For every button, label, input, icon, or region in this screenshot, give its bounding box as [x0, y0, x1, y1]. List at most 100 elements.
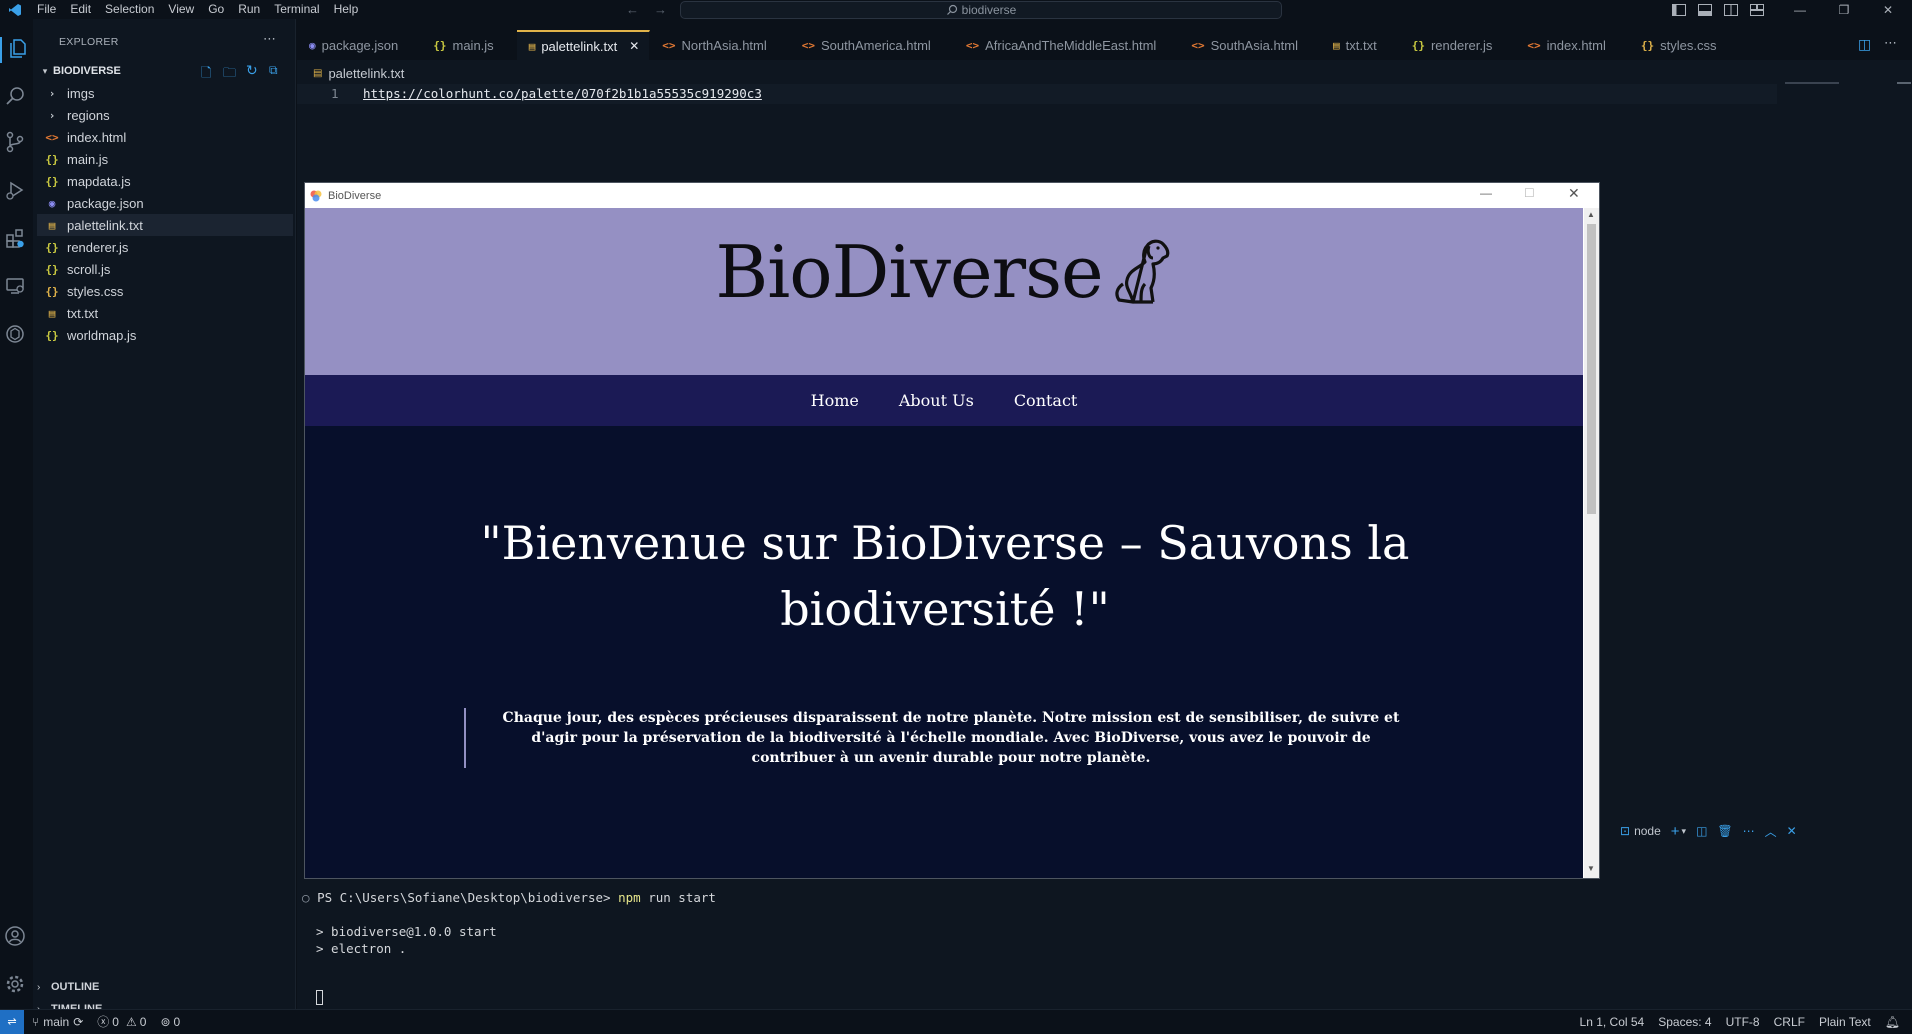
error-icon: ⓧ: [97, 1015, 110, 1029]
electron-app-window[interactable]: BioDiverse — ☐ ✕ BioDiverse Home About U…: [304, 182, 1600, 879]
editor-scrollbar[interactable]: [1897, 82, 1911, 84]
menu-file[interactable]: File: [30, 0, 63, 19]
file-item[interactable]: {} scroll.js: [37, 258, 293, 280]
nav-about-us[interactable]: About Us: [899, 391, 974, 410]
editor-tab[interactable]: <> NorthAsia.html: [650, 30, 790, 60]
close-window-icon[interactable]: ✕: [1870, 0, 1906, 19]
activity-bar: [0, 19, 33, 1009]
app-viewport: BioDiverse Home About Us Contact "Bienve…: [305, 208, 1583, 878]
close-panel-icon[interactable]: ✕: [1787, 824, 1797, 838]
scroll-thumb[interactable]: [1587, 224, 1596, 514]
file-item[interactable]: {} mapdata.js: [37, 170, 293, 192]
cursor-position[interactable]: Ln 1, Col 54: [1580, 1015, 1645, 1029]
chevron-down-icon[interactable]: ▾: [1682, 826, 1687, 837]
remote-explorer-icon[interactable]: [4, 275, 30, 301]
ports-indicator[interactable]: ⊚ 0: [160, 1015, 180, 1029]
breadcrumb-file[interactable]: palettelink.txt: [328, 66, 404, 81]
folder-item[interactable]: › regions: [37, 104, 293, 126]
remote-indicator-icon[interactable]: ⇌: [0, 1009, 24, 1034]
app-minimize-icon[interactable]: —: [1480, 186, 1492, 200]
language-mode[interactable]: Plain Text: [1819, 1015, 1871, 1029]
maximize-panel-icon[interactable]: ︿: [1765, 823, 1777, 840]
run-debug-icon[interactable]: [4, 179, 30, 205]
file-item[interactable]: ▤ palettelink.txt: [37, 214, 293, 236]
file-item[interactable]: ◉ package.json: [37, 192, 293, 214]
tree-item-label: index.html: [67, 129, 127, 145]
trash-icon[interactable]: 🗑: [1717, 824, 1732, 838]
editor-tab[interactable]: {} renderer.js: [1400, 30, 1516, 60]
scroll-down-icon[interactable]: ▼: [1587, 864, 1595, 873]
nav-home[interactable]: Home: [811, 391, 859, 410]
site-brand[interactable]: BioDiverse: [305, 230, 1583, 314]
nav-contact[interactable]: Contact: [1014, 391, 1078, 410]
chatgpt-icon[interactable]: [4, 323, 30, 349]
editor-tab[interactable]: ▤ palettelink.txt ✕: [516, 30, 651, 60]
menu-terminal[interactable]: Terminal: [267, 0, 326, 19]
menu-edit[interactable]: Edit: [63, 0, 98, 19]
file-item[interactable]: {} styles.css: [37, 280, 293, 302]
editor-tab[interactable]: <> SouthAmerica.html: [790, 30, 954, 60]
editor-tab[interactable]: ◉ package.json: [297, 30, 422, 60]
end-of-line[interactable]: CRLF: [1774, 1015, 1805, 1029]
settings-gear-icon[interactable]: [4, 973, 30, 999]
editor-tab[interactable]: {} main.js: [421, 30, 517, 60]
tab-label: package.json: [321, 37, 399, 53]
indentation[interactable]: Spaces: 4: [1658, 1015, 1711, 1029]
vscode-logo-icon[interactable]: [0, 3, 30, 17]
branch-indicator[interactable]: ⑂ main ⟳: [32, 1015, 83, 1029]
menu-help[interactable]: Help: [327, 0, 366, 19]
refresh-icon[interactable]: ↻: [246, 62, 258, 79]
customize-layout-icon[interactable]: [1746, 0, 1768, 19]
app-scrollbar[interactable]: ▲ ▼: [1584, 208, 1599, 878]
site-header: BioDiverse: [305, 208, 1583, 375]
explorer-icon[interactable]: [0, 37, 33, 63]
menu-go[interactable]: Go: [201, 0, 231, 19]
app-close-icon[interactable]: ✕: [1568, 185, 1580, 202]
code-line-link[interactable]: https://colorhunt.co/palette/070f2b1b1a5…: [363, 86, 762, 101]
editor-more-actions-icon[interactable]: ⋯: [1884, 35, 1897, 51]
file-item[interactable]: {} worldmap.js: [37, 324, 293, 346]
problems-indicator[interactable]: ⓧ 0 ⚠ 0: [97, 1013, 146, 1030]
editor-tab[interactable]: {} styles.css: [1629, 30, 1740, 60]
toggle-secondary-sidebar-icon[interactable]: [1720, 0, 1742, 19]
new-terminal-icon[interactable]: +: [1671, 823, 1680, 840]
notifications-bell-icon[interactable]: 🔔︎: [1885, 1015, 1900, 1029]
account-icon[interactable]: [4, 925, 30, 951]
npm-package-icon: ◉: [48, 196, 56, 210]
folder-item[interactable]: › imgs: [37, 82, 293, 104]
split-editor-icon[interactable]: ◫: [1858, 36, 1871, 53]
close-tab-icon[interactable]: ✕: [629, 39, 639, 53]
explorer-more-actions-icon[interactable]: ⋯: [263, 31, 276, 47]
app-maximize-icon[interactable]: ☐: [1524, 186, 1535, 200]
scroll-up-icon[interactable]: ▲: [1587, 210, 1595, 219]
nav-forward-icon[interactable]: →: [654, 2, 667, 17]
editor-tab[interactable]: ▤ txt.txt: [1321, 30, 1400, 60]
split-terminal-icon[interactable]: ◫: [1696, 824, 1707, 838]
editor-tab[interactable]: <> SouthAsia.html: [1179, 30, 1322, 60]
source-control-icon[interactable]: [4, 131, 30, 157]
menu-run[interactable]: Run: [231, 0, 267, 19]
terminal-more-icon[interactable]: ⋯: [1743, 824, 1755, 838]
toggle-sidebar-icon[interactable]: [1668, 0, 1690, 19]
minimap[interactable]: [1785, 82, 1839, 84]
minimize-window-icon[interactable]: —: [1782, 0, 1818, 19]
extensions-icon[interactable]: [4, 227, 30, 253]
editor-tab[interactable]: <> AfricaAndTheMiddleEast.html: [954, 30, 1180, 60]
nav-back-icon[interactable]: ←: [626, 2, 639, 17]
file-item[interactable]: {} renderer.js: [37, 236, 293, 258]
toggle-panel-icon[interactable]: [1694, 0, 1716, 19]
menu-view[interactable]: View: [161, 0, 201, 19]
tab-label: SouthAsia.html: [1210, 37, 1299, 53]
encoding[interactable]: UTF-8: [1726, 1015, 1760, 1029]
outline-section[interactable]: › OUTLINE: [37, 976, 293, 998]
collapse-all-icon[interactable]: ⧉: [269, 63, 278, 78]
terminal-shell-label[interactable]: node: [1634, 824, 1661, 838]
command-center-search[interactable]: biodiverse: [680, 1, 1282, 19]
editor-tab[interactable]: <> index.html: [1515, 30, 1629, 60]
file-item[interactable]: {} main.js: [37, 148, 293, 170]
menu-selection[interactable]: Selection: [98, 0, 161, 19]
file-item[interactable]: ▤ txt.txt: [37, 302, 293, 324]
file-item[interactable]: <> index.html: [37, 126, 293, 148]
restore-window-icon[interactable]: ❐: [1826, 0, 1862, 19]
search-icon[interactable]: [4, 85, 30, 111]
